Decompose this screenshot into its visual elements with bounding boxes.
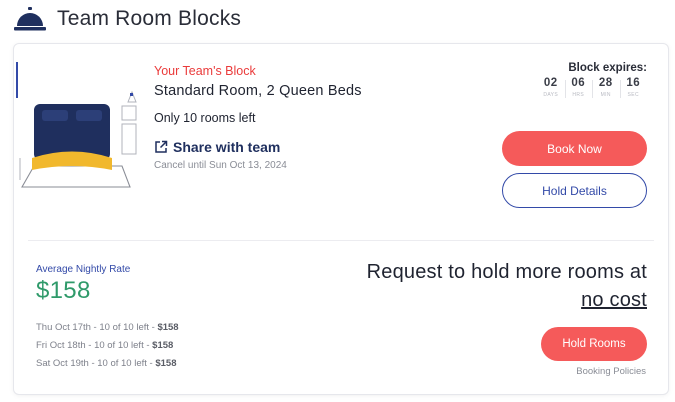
countdown-seconds: 16 SEC — [619, 77, 648, 98]
countdown-timer: 02 DAYS 06 HRS 28 MIN 16 SEC — [537, 77, 647, 98]
block-info: Your Team's Block Standard Room, 2 Queen… — [154, 64, 362, 171]
external-link-icon — [155, 140, 168, 153]
share-with-team-link[interactable]: Share with team — [154, 139, 362, 155]
hold-details-button[interactable]: Hold Details — [502, 173, 647, 208]
page-header: Team Room Blocks — [14, 4, 241, 34]
section-divider — [28, 240, 654, 241]
block-expiry: Block expires: 02 DAYS 06 HRS 28 MIN 16 … — [537, 62, 647, 98]
rooms-left-text: Only 10 rooms left — [154, 111, 256, 125]
room-block-card: Your Team's Block Standard Room, 2 Queen… — [14, 44, 668, 394]
countdown-minutes: 28 MIN — [592, 77, 620, 98]
service-bell-icon — [14, 7, 46, 31]
request-heading: Request to hold more rooms at — [366, 261, 647, 283]
night-row: Thu Oct 17th - 10 of 10 left - $158 — [36, 322, 179, 333]
night-row: Sat Oct 19th - 10 of 10 left - $158 — [36, 358, 177, 369]
countdown-hours: 06 HRS — [564, 77, 593, 98]
share-label: Share with team — [173, 139, 281, 155]
room-type: Standard Room, 2 Queen Beds — [154, 83, 362, 99]
expires-label: Block expires: — [568, 62, 647, 74]
cancel-deadline: Cancel until Sun Oct 13, 2024 — [154, 160, 287, 171]
rates-section: Average Nightly Rate $158 Thu Oct 17th -… — [36, 264, 179, 373]
page-title: Team Room Blocks — [57, 7, 242, 30]
nightly-breakdown: Thu Oct 17th - 10 of 10 left - $158 Fri … — [36, 319, 179, 373]
no-cost-link[interactable]: no cost — [287, 289, 647, 312]
booking-policies-link[interactable]: Booking Policies — [576, 366, 646, 377]
request-more-rooms: Request to hold more rooms at no cost — [287, 261, 647, 312]
rate-label: Average Nightly Rate — [36, 264, 131, 275]
countdown-days: 02 DAYS — [543, 77, 559, 98]
average-price: $158 — [36, 277, 91, 304]
bed-illustration — [16, 62, 137, 188]
block-label: Your Team's Block — [154, 64, 256, 78]
night-row: Fri Oct 18th - 10 of 10 left - $158 — [36, 340, 174, 351]
hold-rooms-button[interactable]: Hold Rooms — [541, 327, 647, 361]
book-now-button[interactable]: Book Now — [502, 131, 647, 166]
